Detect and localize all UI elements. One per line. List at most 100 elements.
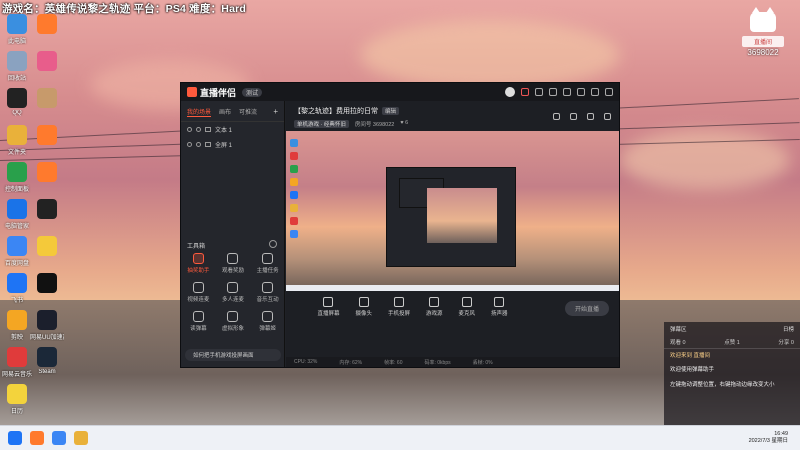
file-explorer-icon[interactable] xyxy=(74,431,88,445)
desktop-shortcut[interactable]: 飞书 xyxy=(0,273,34,304)
settings-icon[interactable] xyxy=(549,88,557,96)
chat-tabs: 弹幕区 日榜 xyxy=(664,322,800,336)
windows-taskbar: 16:49 2022/7/3 星期日 xyxy=(0,425,800,450)
tool-label: 音乐互动 xyxy=(256,297,279,303)
app-icon xyxy=(37,88,57,108)
desktop-shortcut-label: 文件夹 xyxy=(7,150,26,156)
desktop-shortcut[interactable]: 日历 xyxy=(0,384,34,415)
app-icon xyxy=(37,310,57,330)
desktop-shortcut[interactable] xyxy=(30,236,64,258)
clock-date: 2022/7/3 星期日 xyxy=(748,438,788,444)
tool-item[interactable]: 音乐互动 xyxy=(250,282,285,303)
tab-canvas[interactable]: 画布 xyxy=(219,107,231,117)
tool-item[interactable]: 抽奖助手 xyxy=(181,253,216,274)
tool-item[interactable]: 弹幕姬 xyxy=(250,311,285,332)
source-action-icon xyxy=(494,297,505,307)
app-icon xyxy=(37,14,57,34)
tab-ranking[interactable]: 日榜 xyxy=(783,325,794,333)
visibility-icon[interactable] xyxy=(187,142,192,147)
taskbar-app-icon[interactable] xyxy=(30,431,44,445)
tip-banner[interactable]: 如何把手机游戏投屏画面 xyxy=(185,349,281,361)
desktop-shortcut[interactable] xyxy=(30,88,64,110)
tool-item[interactable]: 虚拟形象 xyxy=(216,311,251,332)
desktop-shortcut[interactable]: 控制面板 xyxy=(0,162,34,193)
menu-icon[interactable] xyxy=(563,88,571,96)
source-action-button[interactable]: 扬声器 xyxy=(491,297,508,323)
tool-item[interactable]: 读弹幕 xyxy=(181,311,216,332)
edit-title-button[interactable]: 编辑 xyxy=(382,107,400,115)
lock-icon[interactable] xyxy=(196,142,201,147)
source-action-button[interactable]: 摄像头 xyxy=(355,297,372,323)
status-metric: 丢帧: 0% xyxy=(472,359,493,366)
tool-item[interactable]: 视频连麦 xyxy=(181,282,216,303)
desktop-shortcut[interactable]: 网易云音乐 xyxy=(0,347,34,378)
source-action-button[interactable]: 直播屏幕 xyxy=(317,297,339,323)
lock-icon[interactable] xyxy=(196,127,201,132)
chat-message: 欢迎使用弹幕助手 xyxy=(670,367,715,374)
source-action-button[interactable]: 游戏源 xyxy=(426,297,443,323)
desktop-shortcut[interactable] xyxy=(30,162,64,184)
desktop-shortcut[interactable]: 回收站 xyxy=(0,51,34,82)
status-bar: CPU: 32% 内存: 62% 帧率: 60 码率: 0kbps 丢帧: 0% xyxy=(286,357,619,367)
minimize-icon[interactable] xyxy=(577,88,585,96)
taskbar-app-icon[interactable] xyxy=(52,431,66,445)
system-clock[interactable]: 16:49 2022/7/3 星期日 xyxy=(749,431,800,445)
status-metric: 帧率: 60 xyxy=(384,359,403,366)
app-icon xyxy=(37,273,57,293)
scene-item[interactable]: 全屏 1 xyxy=(181,137,284,152)
tool-icon xyxy=(262,253,274,264)
live-preview-canvas[interactable] xyxy=(286,131,619,291)
tab-push[interactable]: 可推流 xyxy=(239,107,257,117)
desktop-shortcut[interactable]: 网易UU加速器 xyxy=(30,310,64,341)
source-action-button[interactable]: 麦克风 xyxy=(459,297,475,323)
grid-icon[interactable] xyxy=(587,113,594,120)
tab-danmaku[interactable]: 弹幕区 xyxy=(670,325,687,333)
desktop-shortcut[interactable] xyxy=(30,125,64,147)
desktop-shortcut[interactable]: 文件夹 xyxy=(0,125,34,156)
desktop-shortcut[interactable]: Steam xyxy=(30,347,64,375)
app-icon xyxy=(37,236,57,256)
close-icon[interactable] xyxy=(605,88,613,96)
app-icon xyxy=(7,199,27,219)
desktop-shortcut[interactable] xyxy=(30,51,64,73)
toolbox-settings-icon[interactable] xyxy=(269,240,277,248)
shop-icon[interactable] xyxy=(570,113,577,120)
app-name: 直播伴侣 xyxy=(200,87,237,98)
desktop-shortcut[interactable] xyxy=(30,14,64,36)
avatar[interactable] xyxy=(505,87,515,97)
desktop-shortcut[interactable] xyxy=(30,199,64,221)
tool-item[interactable]: 主播任务 xyxy=(250,253,285,274)
notification-icon[interactable] xyxy=(521,88,529,96)
maximize-icon[interactable] xyxy=(591,88,599,96)
tool-item[interactable]: 多人连麦 xyxy=(216,282,251,303)
tool-item[interactable]: 观看奖励 xyxy=(216,253,251,274)
tool-label: 读弹幕 xyxy=(190,326,207,332)
scene-item[interactable]: 文本 1 xyxy=(181,122,284,137)
desktop-shortcut[interactable]: QQ xyxy=(0,88,34,116)
start-live-button[interactable]: 开始直播 xyxy=(564,301,609,316)
visibility-icon[interactable] xyxy=(187,127,192,132)
tab-my-scenes[interactable]: 我的场景 xyxy=(187,107,212,117)
desktop-shortcut[interactable] xyxy=(30,273,64,295)
app-icon xyxy=(7,14,27,34)
desktop-shortcut-label: Steam xyxy=(38,369,56,375)
desktop-shortcut[interactable]: 剪映 xyxy=(0,310,34,341)
tool-label: 观看奖励 xyxy=(221,268,244,274)
share-icon[interactable] xyxy=(604,113,611,120)
app-icon xyxy=(37,51,57,71)
chat-message: 欢迎来到 直播间 xyxy=(670,353,711,359)
desktop-shortcut[interactable]: 此电脑 xyxy=(0,14,34,45)
chat-stat: 分享 0 xyxy=(778,340,794,346)
windows-start-icon[interactable] xyxy=(8,431,22,445)
cat-logo-icon xyxy=(750,7,776,32)
scene-item-label: 文本 1 xyxy=(215,128,233,134)
add-scene-button[interactable]: + xyxy=(273,107,278,117)
message-icon[interactable] xyxy=(535,88,543,96)
preview-taskbar xyxy=(286,285,619,291)
desktop-shortcut[interactable]: 电脑管家 xyxy=(0,199,34,230)
source-action-button[interactable]: 手机投屏 xyxy=(388,297,410,323)
desktop-shortcut-label: 网易云音乐 xyxy=(1,372,32,378)
desktop-shortcut[interactable]: 百度网盘 xyxy=(0,236,34,267)
chat-stats: 观看 0 点赞 1 分享 0 xyxy=(664,336,800,349)
gift-icon[interactable] xyxy=(553,113,560,120)
